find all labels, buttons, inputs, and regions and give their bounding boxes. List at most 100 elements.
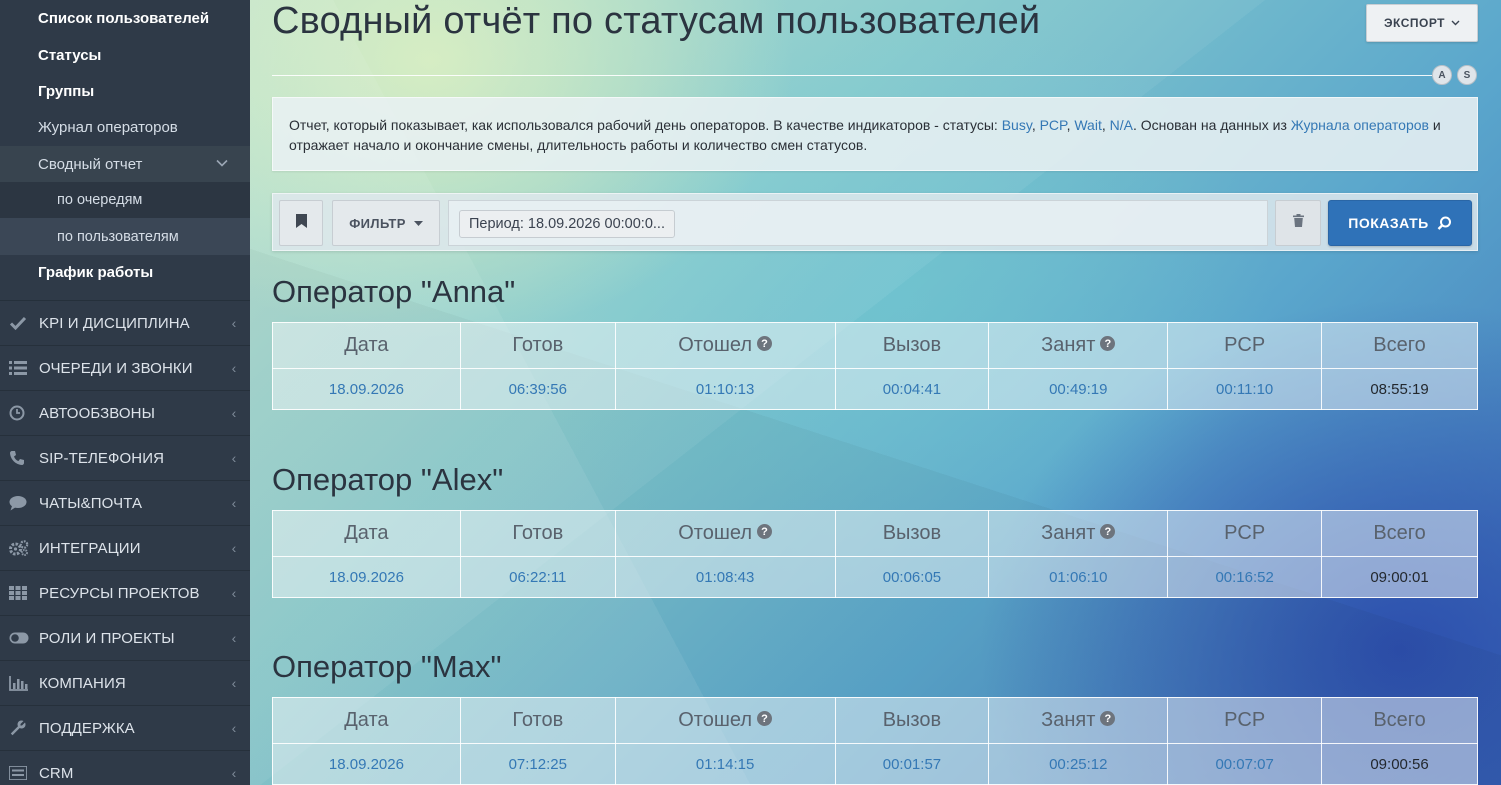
nav-queues-calls[interactable]: ОЧЕРЕДИ И ЗВОНКИ ‹ xyxy=(0,346,250,392)
column-header-date: Дата xyxy=(272,697,461,744)
operator-title: Оператор "Alex" xyxy=(272,462,504,497)
operator-report-table: Дата Готов Отошел? Вызов Занят? PCP Всег… xyxy=(272,697,1478,785)
nav-label: ПОДДЕРЖКА xyxy=(39,719,135,737)
column-header-away: Отошел? xyxy=(614,322,836,369)
filter-button[interactable]: ФИЛЬТР xyxy=(332,200,440,246)
description-separator: , xyxy=(1031,117,1040,133)
cell-ready[interactable]: 06:22:11 xyxy=(459,556,616,598)
cell-away[interactable]: 01:14:15 xyxy=(614,743,836,785)
chevron-down-icon xyxy=(216,158,228,170)
nav-label: РОЛИ И ПРОЕКТЫ xyxy=(39,629,175,647)
sidebar-item-operator-journal[interactable]: Журнал операторов xyxy=(0,110,250,146)
nav-autodial[interactable]: АВТООБЗВОНЫ ‹ xyxy=(0,391,250,437)
nav-support[interactable]: ПОДДЕРЖКА ‹ xyxy=(0,706,250,752)
sidebar-item-work-schedule[interactable]: График работы xyxy=(0,255,250,291)
export-button-label: ЭКСПОРТ xyxy=(1383,16,1445,30)
column-header-pcp: PCP xyxy=(1167,697,1323,744)
main-content: Сводный отчёт по статусам пользователей … xyxy=(250,0,1501,785)
cell-pcp[interactable]: 00:11:10 xyxy=(1167,368,1323,410)
page-title: Сводный отчёт по статусам пользователей xyxy=(272,0,1041,42)
chat-icon xyxy=(9,495,39,511)
nav-sip[interactable]: SIP-ТЕЛЕФОНИЯ ‹ xyxy=(0,436,250,482)
nav-label: SIP-ТЕЛЕФОНИЯ xyxy=(39,449,165,467)
nav-company[interactable]: КОМПАНИЯ ‹ xyxy=(0,661,250,707)
nav-roles-projects[interactable]: РОЛИ И ПРОЕКТЫ ‹ xyxy=(0,616,250,662)
help-icon[interactable]: ? xyxy=(1100,336,1116,352)
cell-busy[interactable]: 00:49:19 xyxy=(988,368,1169,410)
sidebar-item-groups[interactable]: Группы xyxy=(0,73,250,109)
chevron-left-icon: ‹ xyxy=(231,450,237,467)
badge-a[interactable]: A xyxy=(1432,65,1452,85)
column-header-busy: Занят? xyxy=(988,697,1169,744)
help-icon[interactable]: ? xyxy=(1100,524,1116,540)
cell-date[interactable]: 18.09.2026 xyxy=(272,368,461,410)
filter-input[interactable]: Период: 18.09.2026 00:00:0... xyxy=(448,200,1268,246)
nav-project-resources[interactable]: РЕСУРСЫ ПРОЕКТОВ ‹ xyxy=(0,571,250,617)
nav-label: ЧАТЫ&ПОЧТА xyxy=(39,494,143,512)
description-text: . Основан на данных из xyxy=(1132,117,1291,133)
cell-pcp[interactable]: 00:16:52 xyxy=(1167,556,1323,598)
cell-total: 08:55:19 xyxy=(1321,368,1478,410)
cell-call[interactable]: 00:06:05 xyxy=(834,556,990,598)
nav-integrations[interactable]: ИНТЕГРАЦИИ ‹ xyxy=(0,526,250,572)
nav-kpi[interactable]: KPI И ДИСЦИПЛИНА ‹ xyxy=(0,301,250,347)
help-icon[interactable]: ? xyxy=(1100,711,1116,727)
help-icon[interactable]: ? xyxy=(757,711,772,727)
cell-away[interactable]: 01:10:13 xyxy=(614,368,836,410)
show-button[interactable]: ПОКАЗАТЬ xyxy=(1328,200,1472,246)
cell-call[interactable]: 00:01:57 xyxy=(834,743,990,785)
chevron-left-icon: ‹ xyxy=(231,315,237,332)
nav-label: КОМПАНИЯ xyxy=(39,674,126,692)
column-header-busy: Занят? xyxy=(988,510,1169,557)
sidebar-item-label: График работы xyxy=(38,264,154,282)
sidebar-item-user-list[interactable]: Список пользователей xyxy=(0,0,250,37)
cell-pcp[interactable]: 00:07:07 xyxy=(1167,743,1323,785)
cell-date[interactable]: 18.09.2026 xyxy=(272,556,461,598)
column-header-date: Дата xyxy=(272,322,461,369)
nav-label: РЕСУРСЫ ПРОЕКТОВ xyxy=(39,584,200,602)
cell-ready[interactable]: 07:12:25 xyxy=(459,743,616,785)
badge-s[interactable]: S xyxy=(1457,65,1477,85)
cell-away[interactable]: 01:08:43 xyxy=(614,556,836,598)
link-wait[interactable]: Wait xyxy=(1074,117,1101,133)
cell-call[interactable]: 00:04:41 xyxy=(834,368,990,410)
help-icon[interactable]: ? xyxy=(757,524,772,540)
sidebar-item-label: по очередям xyxy=(57,192,143,209)
period-filter-text: Период: 18.09.2026 00:00:0... xyxy=(469,216,665,232)
nav-label: ОЧЕРЕДИ И ЗВОНКИ xyxy=(39,359,193,377)
help-icon[interactable]: ? xyxy=(757,336,772,352)
bookmark-button[interactable] xyxy=(279,200,323,246)
column-header-away: Отошел? xyxy=(614,697,836,744)
search-icon xyxy=(1437,216,1452,231)
column-header-call: Вызов xyxy=(834,510,990,557)
column-header-call: Вызов xyxy=(834,697,990,744)
column-header-pcp: PCP xyxy=(1167,510,1323,557)
chevron-left-icon: ‹ xyxy=(231,585,237,602)
sidebar-item-by-queues[interactable]: по очередям xyxy=(0,182,250,219)
clear-filter-button[interactable] xyxy=(1275,200,1321,246)
nav-label: ИНТЕГРАЦИИ xyxy=(39,539,141,557)
cell-ready[interactable]: 06:39:56 xyxy=(459,368,616,410)
link-busy[interactable]: Busy xyxy=(1002,117,1032,133)
column-header-label: Занят xyxy=(1041,522,1096,544)
export-button[interactable]: ЭКСПОРТ xyxy=(1366,4,1478,42)
column-header-busy: Занят? xyxy=(988,322,1169,369)
cell-busy[interactable]: 00:25:12 xyxy=(988,743,1169,785)
period-filter-chip[interactable]: Период: 18.09.2026 00:00:0... xyxy=(459,210,675,238)
sidebar-item-by-users[interactable]: по пользователям xyxy=(0,218,250,255)
cell-busy[interactable]: 01:06:10 xyxy=(988,556,1169,598)
chevron-down-icon xyxy=(1451,18,1460,28)
operator-report-table: Дата Готов Отошел? Вызов Занят? PCP Всег… xyxy=(272,510,1478,598)
nav-chats-mail[interactable]: ЧАТЫ&ПОЧТА ‹ xyxy=(0,481,250,527)
grid-icon xyxy=(9,586,39,601)
gears-icon xyxy=(9,540,39,557)
column-header-label: Отошел xyxy=(678,522,752,544)
nav-crm[interactable]: CRM ‹ xyxy=(0,751,250,785)
link-operator-journal[interactable]: Журнала операторов xyxy=(1291,117,1429,133)
cell-date[interactable]: 18.09.2026 xyxy=(272,743,461,785)
link-na[interactable]: N/A xyxy=(1110,117,1133,133)
filter-bar: ФИЛЬТР Период: 18.09.2026 00:00:0... ПОК… xyxy=(272,193,1478,251)
link-pcp[interactable]: PCP xyxy=(1040,117,1067,133)
sidebar-item-statuses[interactable]: Статусы xyxy=(0,37,250,73)
sidebar-item-summary-report[interactable]: Сводный отчет xyxy=(0,145,250,183)
